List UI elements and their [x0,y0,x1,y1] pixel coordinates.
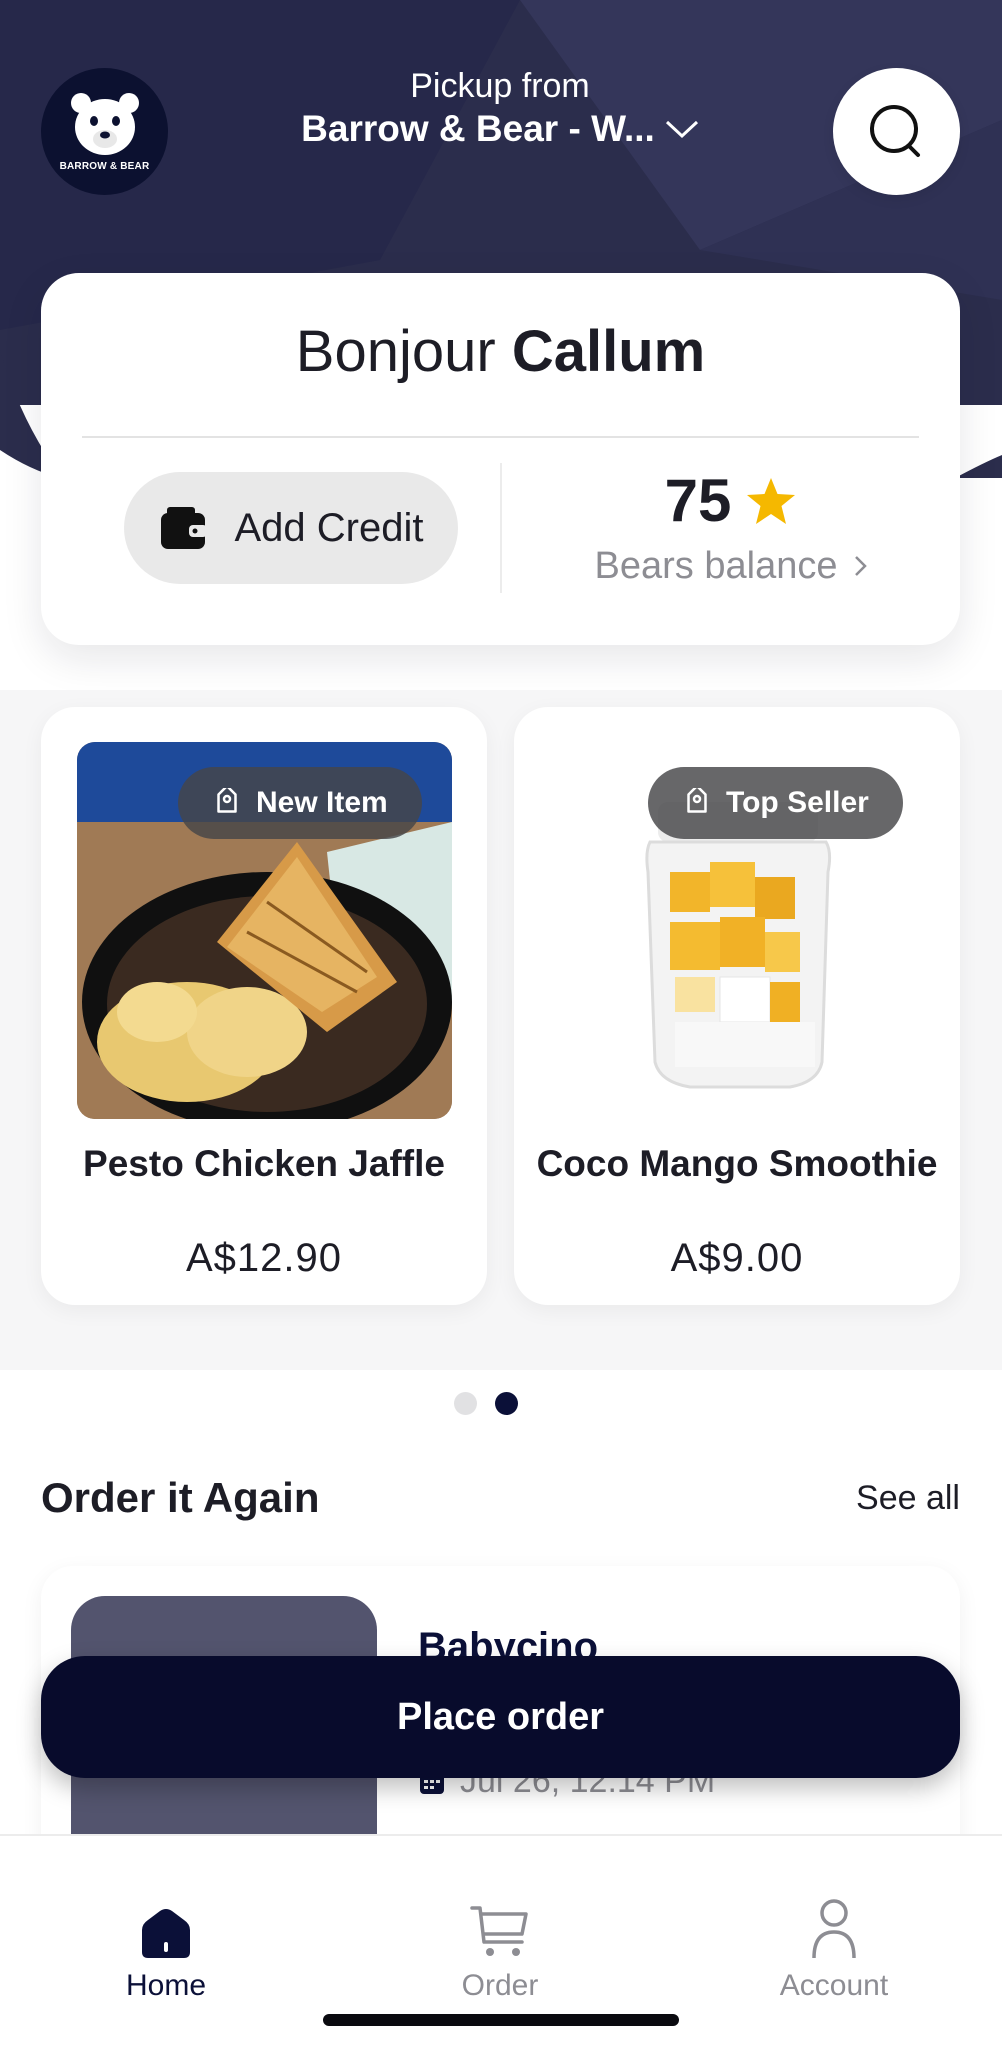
wallet-icon [160,507,207,549]
search-icon [869,104,920,157]
greeting-card: Bonjour Callum Add Credit 75 Bears balan… [41,273,960,645]
see-all-link[interactable]: See all [856,1474,960,1522]
bears-balance-value-row: 75 [665,463,798,539]
store-name-row[interactable]: Barrow & Bear - W... [301,106,699,152]
store-name: Barrow & Bear - W... [301,108,655,149]
bear-icon [70,93,139,155]
pickup-label: Pickup from [410,67,590,105]
logo-text: BARROW & BEAR [59,161,150,172]
chevron-right-icon [855,556,868,576]
add-credit-label: Add Credit [234,505,424,550]
tab-label: Order [461,1969,539,2002]
search-button[interactable] [833,68,960,195]
chevron-down-icon [665,120,698,139]
bears-balance-label: Bears balance [594,545,838,587]
tab-order[interactable]: Order [390,1896,610,2006]
pagination-dot-active[interactable] [495,1392,518,1415]
badge-label: New Item [256,786,388,819]
tab-home[interactable]: Home [56,1896,276,2006]
bears-balance[interactable]: 75 Bears balance [502,463,960,591]
tag-icon [687,788,707,813]
person-icon [812,1899,856,1959]
product-name: Coco Mango Smoothie [536,1143,938,1184]
greeting-text: Bonjour Callum [41,317,960,387]
product-price: A$9.00 [670,1236,804,1280]
star-icon [747,478,796,524]
place-order-button[interactable]: Place order [41,1656,960,1778]
product-card[interactable]: New Item Pesto Chicken Jaffle A$12.90 [41,707,487,1305]
brand-logo[interactable]: BARROW & BEAR [41,68,168,195]
home-icon [142,1909,190,1958]
user-name: Callum [511,319,706,384]
product-name: Pesto Chicken Jaffle [83,1143,445,1184]
tag-icon [217,788,237,813]
product-badge: Top Seller [648,767,903,839]
greeting-prefix: Bonjour [295,319,496,384]
tab-account[interactable]: Account [724,1896,944,2006]
home-indicator [323,2014,679,2026]
pickup-location-selector[interactable]: Pickup from Barrow & Bear - W... [240,66,760,152]
pagination-dot[interactable] [454,1392,477,1415]
section-title-order-again: Order it Again [41,1474,320,1521]
product-price: A$12.90 [185,1236,343,1280]
tab-label: Home [125,1969,207,2002]
carousel-pagination [454,1392,518,1415]
product-card[interactable]: Top Seller Coco Mango Smoothie A$9.00 [514,707,960,1305]
divider [82,436,919,438]
bears-balance-value: 75 [664,467,732,534]
bears-balance-link[interactable]: Bears balance [595,541,868,591]
badge-label: Top Seller [726,786,869,819]
product-badge: New Item [178,767,422,839]
tab-label: Account [779,1969,889,2002]
add-credit-button[interactable]: Add Credit [124,472,458,584]
cart-icon [470,1906,528,1956]
